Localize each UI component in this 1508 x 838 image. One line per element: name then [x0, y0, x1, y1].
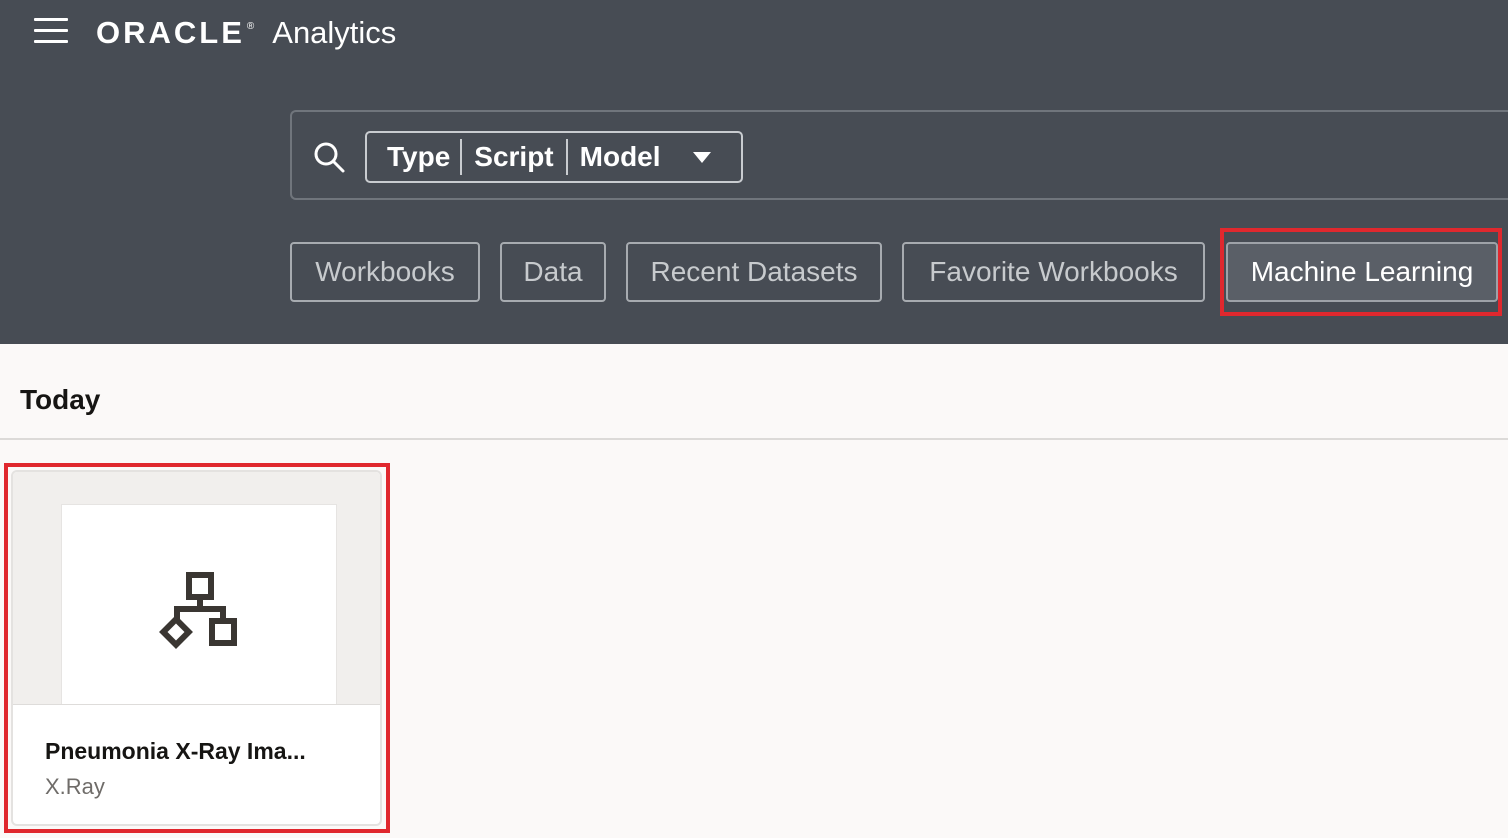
section-title-today: Today: [20, 384, 101, 415]
filter-data-button[interactable]: Data: [500, 242, 606, 302]
filter-workbooks-button[interactable]: Workbooks: [290, 242, 480, 302]
chip-model-label: Model: [565, 139, 673, 175]
header-bar: ORACLE ® Analytics Type Script Model Wor…: [0, 0, 1508, 344]
product-name: Analytics: [272, 15, 397, 50]
card-title: Pneumonia X-Ray Ima...: [45, 738, 306, 764]
chevron-down-icon[interactable]: [692, 151, 711, 163]
chip-type-label: Type: [387, 141, 451, 172]
registered-mark: ®: [246, 20, 255, 32]
card-thumbnail: [61, 504, 337, 704]
search-icon[interactable]: [312, 140, 346, 174]
chip-script-label: Script: [460, 139, 565, 175]
hamburger-menu-icon[interactable]: [34, 18, 70, 44]
filter-favorite-workbooks-button[interactable]: Favorite Workbooks: [902, 242, 1205, 302]
section-divider: [0, 438, 1508, 440]
model-hierarchy-icon: [159, 572, 237, 649]
filter-machine-learning-button[interactable]: Machine Learning: [1226, 242, 1498, 302]
search-bar[interactable]: Type Script Model: [290, 110, 1508, 200]
brand[interactable]: ORACLE ® Analytics: [96, 10, 396, 56]
filter-recent-datasets-button[interactable]: Recent Datasets: [626, 242, 882, 302]
search-type-filter-chip[interactable]: Type Script Model: [365, 131, 743, 183]
card-thumbnail-area: [13, 472, 380, 704]
card-subtitle: X.Ray: [45, 774, 105, 799]
card-divider: [13, 704, 380, 705]
page: ORACLE ® Analytics Type Script Model Wor…: [0, 0, 1508, 838]
ml-model-card[interactable]: Pneumonia X-Ray Ima... X.Ray: [11, 470, 382, 826]
oracle-logo: ORACLE: [96, 15, 245, 50]
